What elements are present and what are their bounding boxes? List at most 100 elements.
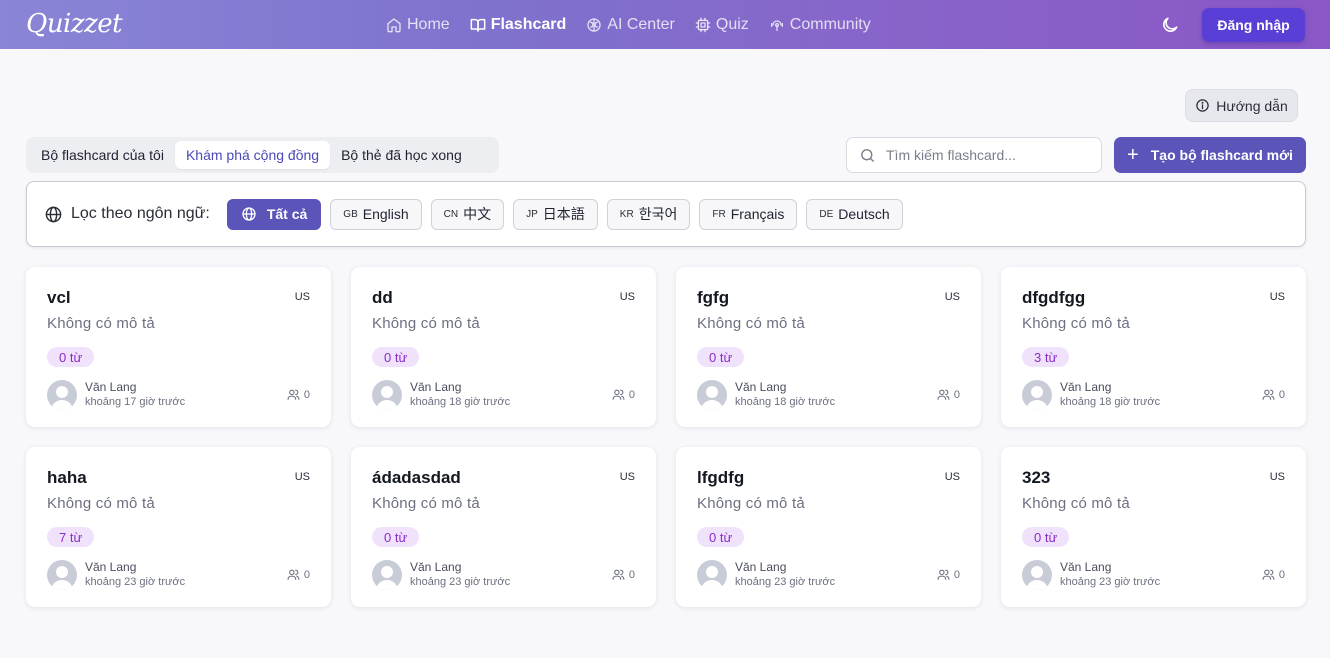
chip-code: DE [819, 208, 834, 220]
card-title: fgfg [697, 288, 730, 307]
card-title: 323 [1022, 468, 1051, 487]
book-open-icon [470, 18, 486, 32]
member-count: 0 [937, 568, 960, 581]
card-time: khoảng 23 giờ trước [1060, 576, 1161, 588]
globe-icon [242, 207, 256, 221]
flashcard-set-card[interactable]: haha US Không có mô tả 7 từ Văn Lang kho… [26, 447, 331, 607]
guide-button[interactable]: Hướng dẫn [1185, 89, 1298, 122]
avatar [697, 380, 727, 410]
card-language: US [1269, 471, 1285, 483]
word-count-badge: 0 từ [47, 347, 95, 367]
chip-code: FR [712, 208, 726, 220]
cpu-icon [695, 17, 711, 32]
nav-ai-center[interactable]: AI Center [586, 16, 675, 34]
card-author: Văn Lang [410, 560, 462, 574]
chip-chinese[interactable]: CN 中文 [430, 198, 505, 230]
word-count-badge: 7 từ [47, 527, 95, 547]
card-title: dfgdfgg [1022, 288, 1086, 307]
chip-korean[interactable]: KR 한국어 [606, 198, 691, 230]
word-count-badge: 0 từ [372, 347, 420, 367]
moon-icon[interactable] [1160, 15, 1180, 35]
card-author: Văn Lang [1060, 560, 1112, 574]
plus-icon: + [1127, 144, 1139, 166]
create-flashcard-button[interactable]: + Tạo bộ flashcard mới [1114, 137, 1306, 173]
card-language: US [1269, 291, 1285, 303]
card-time: khoảng 23 giờ trước [85, 576, 186, 588]
card-time: khoảng 17 giờ trước [85, 396, 186, 408]
main-nav: Home Flashcard AI Center Quiz Community [386, 0, 871, 49]
filter-label: Lọc theo ngôn ngữ: [44, 205, 210, 224]
card-time: khoảng 18 giờ trước [1060, 396, 1161, 408]
chip-french[interactable]: FR Français [699, 198, 798, 230]
word-count-badge: 0 từ [697, 347, 745, 367]
flashcard-set-card[interactable]: dfgdfgg US Không có mô tả 3 từ Văn Lang … [1001, 267, 1306, 427]
chip-label: Tất cả [266, 206, 308, 222]
flashcard-set-card[interactable]: vcl US Không có mô tả 0 từ Văn Lang khoả… [26, 267, 331, 427]
member-count-value: 0 [628, 568, 635, 581]
flashcard-set-card[interactable]: lfgdfg US Không có mô tả 0 từ Văn Lang k… [676, 447, 981, 607]
card-language: US [944, 471, 960, 483]
nav-community[interactable]: Community [769, 16, 871, 34]
tab-explore-community[interactable]: Khám phá cộng đồng [174, 141, 331, 169]
create-flashcard-label: Tạo bộ flashcard mới [1150, 147, 1293, 163]
nav-home[interactable]: Home [386, 16, 450, 34]
card-title: haha [47, 468, 87, 487]
tab-my-flashcards[interactable]: Bộ flashcard của tôi [30, 141, 175, 169]
globe-icon [45, 206, 62, 222]
flashcard-set-card[interactable]: fgfg US Không có mô tả 0 từ Văn Lang kho… [676, 267, 981, 427]
search-box [846, 137, 1102, 173]
member-count: 0 [1262, 568, 1285, 581]
search-input[interactable] [886, 147, 1086, 163]
card-description: Không có mô tả [47, 315, 155, 332]
member-count: 0 [287, 568, 310, 581]
member-count: 0 [937, 388, 960, 401]
chip-code: GB [343, 208, 358, 220]
card-language: US [294, 471, 310, 483]
nav-ai-center-label: AI Center [607, 15, 675, 33]
card-language: US [619, 291, 635, 303]
avatar [47, 560, 77, 590]
chip-japanese[interactable]: JP 日本語 [513, 198, 598, 230]
flashcard-set-card[interactable]: 323 US Không có mô tả 0 từ Văn Lang khoả… [1001, 447, 1306, 607]
member-count-value: 0 [303, 568, 310, 581]
card-description: Không có mô tả [1022, 495, 1130, 512]
card-description: Không có mô tả [697, 315, 805, 332]
chip-all[interactable]: Tất cả [226, 198, 322, 230]
card-author: Văn Lang [735, 560, 787, 574]
member-count: 0 [612, 568, 635, 581]
card-description: Không có mô tả [372, 495, 480, 512]
avatar [372, 380, 402, 410]
card-time: khoảng 23 giờ trước [735, 576, 836, 588]
chip-label: 中文 [463, 206, 492, 222]
chip-label: 한국어 [638, 206, 678, 222]
filter-label-text: Lọc theo ngôn ngữ: [71, 205, 210, 222]
nav-quiz[interactable]: Quiz [695, 16, 749, 34]
chip-german[interactable]: DE Deutsch [806, 198, 903, 230]
users-icon [937, 569, 950, 580]
tab-completed-sets[interactable]: Bộ thẻ đã học xong [330, 141, 473, 169]
home-icon [387, 17, 401, 32]
avatar [47, 380, 77, 410]
word-count-badge: 0 từ [697, 527, 745, 547]
flashcard-set-card[interactable]: ádadasdad US Không có mô tả 0 từ Văn Lan… [351, 447, 656, 607]
card-title: dd [372, 288, 393, 307]
member-count: 0 [612, 388, 635, 401]
flashcard-set-card[interactable]: dd US Không có mô tả 0 từ Văn Lang khoản… [351, 267, 656, 427]
login-button[interactable]: Đăng nhập [1202, 8, 1305, 42]
avatar [697, 560, 727, 590]
member-count-value: 0 [1278, 568, 1285, 581]
flashcard-tabs: Bộ flashcard của tôi Khám phá cộng đồng … [26, 137, 499, 173]
chip-english[interactable]: GB English [330, 198, 422, 230]
logo[interactable]: Quizzet [26, 9, 123, 39]
card-description: Không có mô tả [47, 495, 155, 512]
chip-label: 日本語 [542, 206, 585, 222]
card-time: khoảng 23 giờ trước [410, 576, 511, 588]
language-filter: Lọc theo ngôn ngữ: Tất cả GB English CN … [26, 181, 1306, 247]
nav-flashcard[interactable]: Flashcard [470, 16, 566, 34]
avatar [1022, 560, 1052, 590]
member-count-value: 0 [1278, 388, 1285, 401]
card-description: Không có mô tả [1022, 315, 1130, 332]
card-author: Văn Lang [410, 380, 462, 394]
card-title: vcl [47, 288, 71, 307]
chip-code: CN [443, 208, 459, 220]
